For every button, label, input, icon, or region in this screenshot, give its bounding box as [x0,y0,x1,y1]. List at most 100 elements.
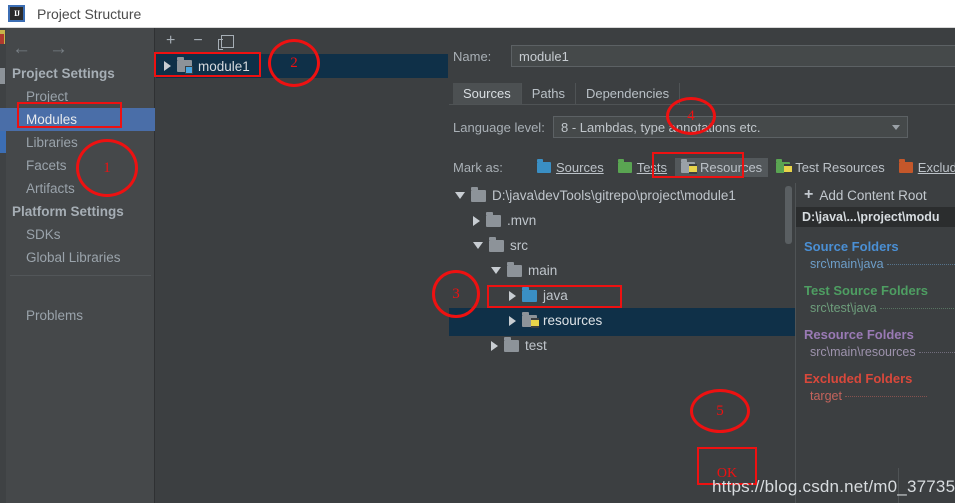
tab-label: Sources [463,86,511,101]
copy-module-icon[interactable] [217,34,234,50]
mark-as-sources-button[interactable]: Sources [531,158,610,177]
back-arrow-icon[interactable]: ← [12,39,31,58]
tree-row-label: resources [543,313,603,328]
folder-icon [507,261,522,277]
sidebar-item-sdks[interactable]: SDKs [0,223,155,246]
tree-row-label: src [510,238,528,253]
tree-row[interactable]: java [449,283,796,308]
sidebar-item-label: Artifacts [26,181,75,196]
resources-folder-icon [681,159,698,174]
expand-triangle-icon[interactable] [509,315,516,326]
sidebar-item-modules[interactable]: Modules [0,108,155,131]
tests-folder-icon [617,159,632,173]
expand-triangle-icon[interactable] [491,340,498,351]
annotation-marker-3: 3 [432,270,480,318]
watermark-text: https://blog.csdn.net/m0_37735176 [712,477,955,496]
add-content-root-label: Add Content Root [819,187,927,203]
sidebar-item-label: Modules [26,112,78,127]
resource-folder-item[interactable]: src\main\resources [796,345,955,359]
mark-as-label-text: Resources [700,160,763,175]
sidebar-group-label: Project Settings [12,66,115,81]
sidebar-item-label: Libraries [26,135,78,150]
mark-as-label-text: Tests [636,160,668,175]
collapse-triangle-icon[interactable] [491,267,501,274]
folder-icon [504,336,519,352]
source-folder-item[interactable]: src\main\java [796,257,955,271]
folder-icon [489,236,504,252]
sidebar-divider [10,275,151,276]
test-source-folder-item[interactable]: src\test\java [796,301,955,315]
tree-row[interactable]: test [449,333,796,358]
annotation-marker-5: 5 [690,389,750,433]
module-name-input[interactable] [511,45,955,67]
chevron-down-icon[interactable] [892,124,900,130]
resource-folders-heading: Resource Folders [804,327,914,342]
sidebar-group-platform-settings: Platform Settings [0,200,155,223]
add-module-button[interactable]: + [166,33,175,49]
dotted-rule [879,308,955,310]
module-name-row: Name: [453,45,955,67]
mark-as-label-text: Test Resources [795,160,885,175]
name-label: Name: [453,48,492,64]
tree-row[interactable]: .mvn [449,208,796,233]
mark-as-label-text: Sources [556,160,604,175]
source-folder-path: src\main\java [810,257,884,271]
module-name-label: module1 [198,58,250,74]
tab-dependencies[interactable]: Dependencies [576,83,681,104]
tree-row-label: test [525,338,547,353]
collapse-triangle-icon[interactable] [473,242,483,249]
remove-module-button[interactable]: − [193,33,202,49]
language-level-value: 8 - Lambdas, type annotations etc. [561,119,761,135]
tree-row-label: D:\java\devTools\gitrepo\project\module1 [492,188,736,203]
tree-row-label: .mvn [507,213,537,228]
language-level-label: Language level: [453,119,545,135]
window-title-bar: IJ Project Structure [0,0,955,28]
mark-as-tests-button[interactable]: Tests [612,158,673,177]
collapse-triangle-icon[interactable] [455,192,465,199]
tree-row[interactable]: main [449,258,796,283]
edge-artifact-red [0,34,4,44]
tree-row[interactable]: D:\java\devTools\gitrepo\project\module1 [449,183,796,208]
annotation-marker-1: 1 [76,139,138,197]
folder-icon [486,211,501,227]
settings-sidebar: ← → Project Settings Project Modules Lib… [0,28,155,503]
mark-as-toolbar: Mark as: Sources Tests Resources Test Re… [453,158,955,177]
sidebar-group-label: Platform Settings [12,204,124,219]
excluded-folders-heading: Excluded Folders [804,371,913,386]
mark-as-resources-button[interactable]: Resources [675,158,769,177]
tab-label: Dependencies [585,86,670,101]
sidebar-group-project-settings: Project Settings [0,62,155,85]
annotation-marker-2: 2 [268,39,320,87]
dotted-rule [844,396,927,398]
annotation-marker-4: 4 [666,97,716,135]
test-source-folder-path: src\test\java [810,301,877,315]
mark-as-test-resources-button[interactable]: Test Resources [770,158,891,177]
tree-row-resources[interactable]: resources [449,308,796,333]
content-root-tree: D:\java\devTools\gitrepo\project\module1… [449,183,796,358]
content-root-path[interactable]: D:\java\...\project\modu [796,207,955,227]
excluded-folder-path: target [810,389,842,403]
expand-triangle-icon[interactable] [509,290,516,301]
tree-scrollbar-thumb[interactable] [785,186,792,244]
excluded-folder-item[interactable]: target [796,389,955,403]
resource-folder-path: src\main\resources [810,345,916,359]
content-roots-panel: + Add Content Root D:\java\...\project\m… [796,183,955,403]
expand-triangle-icon[interactable] [164,61,171,71]
sidebar-item-global-libraries[interactable]: Global Libraries [0,246,155,269]
sidebar-item-problems[interactable]: Problems [0,304,155,327]
sidebar-item-label: SDKs [26,227,61,242]
tab-paths[interactable]: Paths [522,83,576,104]
forward-arrow-icon[interactable]: → [49,39,68,58]
expand-triangle-icon[interactable] [473,215,480,226]
mark-as-excluded-button[interactable]: Excluded [893,158,955,177]
window-title: Project Structure [37,5,142,22]
tree-row[interactable]: src [449,233,796,258]
sidebar-item-project[interactable]: Project [0,85,155,108]
excluded-folder-icon [898,159,913,173]
add-content-root-button[interactable]: + Add Content Root [796,183,955,207]
tab-label: Paths [531,86,565,101]
language-level-dropdown[interactable]: 8 - Lambdas, type annotations etc. [553,116,908,138]
tab-sources[interactable]: Sources [453,83,522,104]
mark-as-label: Mark as: [453,160,503,175]
sidebar-item-label: Problems [26,308,84,323]
